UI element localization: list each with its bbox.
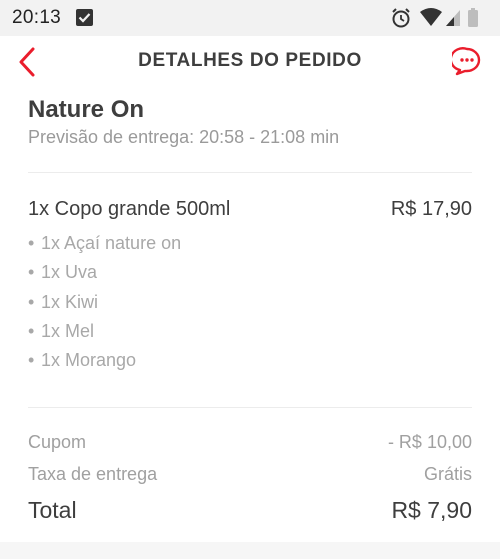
total-label: Total xyxy=(28,497,77,523)
checkbox-notification-icon xyxy=(76,9,93,26)
coupon-value: - R$ 10,00 xyxy=(387,432,472,452)
addon-list: • 1x Açaí nature on • 1x Uva • 1x Kiwi • 1x … xyxy=(28,232,181,378)
delivery-eta: Previsão de entrega: 20:58 - 21:08 min xyxy=(28,127,340,147)
total-value: R$ 7,90 xyxy=(391,497,472,523)
addon-item: • 1x Morango xyxy=(28,350,137,371)
battery-icon xyxy=(468,8,478,27)
store-name: Nature On xyxy=(28,96,145,123)
bullet-icon: • xyxy=(28,350,35,371)
delivery-fee-row: Taxa de entrega Grátis xyxy=(28,464,472,488)
addon-item: • 1x Kiwi xyxy=(28,291,99,312)
item-title: 1x Copo grande 500ml xyxy=(28,198,231,220)
status-icons xyxy=(392,8,478,28)
bullet-icon: • xyxy=(28,262,35,283)
status-time: 20:13 xyxy=(12,7,62,28)
app-bar: DETALHES DO PEDIDO xyxy=(0,36,500,88)
bullet-icon: • xyxy=(28,233,35,253)
item-price: R$ 17,90 xyxy=(390,198,472,220)
addon-item: • 1x Uva xyxy=(28,262,98,283)
page-title: DETALHES DO PEDIDO xyxy=(138,50,362,71)
footer-strip xyxy=(0,542,500,559)
coupon-row: Cupom - R$ 10,00 xyxy=(28,432,472,456)
divider xyxy=(28,172,472,173)
chat-button[interactable] xyxy=(449,46,482,76)
total-row: Total R$ 7,90 xyxy=(28,497,472,527)
status-bar: 20:13 xyxy=(0,0,500,36)
chat-bubble-icon xyxy=(449,47,481,76)
addon-item: • 1x Açaí nature on xyxy=(28,233,182,253)
bullet-icon: • xyxy=(28,291,35,312)
coupon-label: Cupom xyxy=(28,432,87,452)
delivery-fee-value: Grátis xyxy=(423,464,472,484)
addon-item: • 1x Mel xyxy=(28,320,95,341)
alarm-icon xyxy=(392,8,410,28)
delivery-fee-label: Taxa de entrega xyxy=(28,464,158,484)
bullet-icon: • xyxy=(28,320,35,341)
wifi-icon xyxy=(420,8,442,26)
divider xyxy=(28,407,472,408)
